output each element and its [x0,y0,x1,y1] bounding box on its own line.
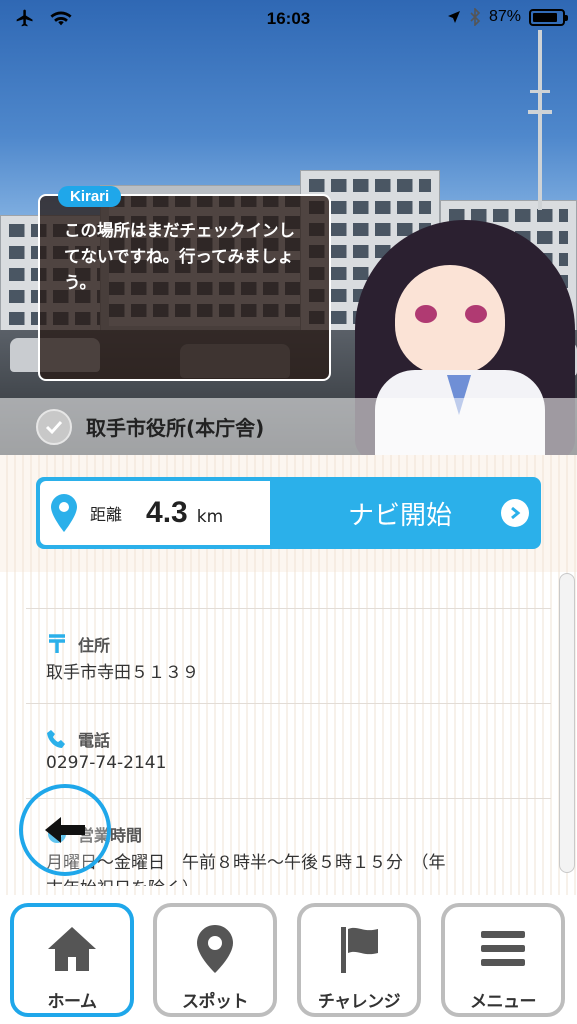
location-arrow-icon [447,11,460,23]
address-heading: 住所 [46,632,110,656]
hours-value-line1: 月曜日～金曜日 午前８時半～午後５時１５分 （年 [46,853,446,873]
spot-title-bar: 取手市役所(本庁舎) [0,398,577,455]
distance-display: 距離 4.3 km [40,481,270,545]
divider [26,798,551,799]
distance-unit: km [196,507,224,527]
antenna-tower [538,30,542,210]
map-pin-icon [51,494,77,532]
flag-icon [341,927,378,973]
distance-value: 4.3 [146,496,188,529]
tab-menu[interactable]: メニュー [441,903,565,1017]
tab-spot[interactable]: スポット [153,903,277,1017]
home-icon [48,927,96,971]
start-navigation-button[interactable]: 距離 4.3 km ナビ開始 [36,477,541,549]
divider [26,703,551,704]
speaker-name-tag: Kirari [58,186,122,207]
battery-icon [529,8,568,26]
distance-label: 距離 [90,505,123,524]
postal-mark-icon [49,634,65,653]
tab-challenge[interactable]: チャレンジ [297,903,421,1017]
bluetooth-icon [470,8,481,26]
phone-icon [47,730,65,748]
speech-text: この場所はまだチェックインし てないですね。行ってみましょ う。 [64,221,295,292]
map-pin-icon [197,925,233,973]
battery-percent: 87% [488,8,521,25]
chevron-right-icon [501,499,529,527]
navi-button-label: ナビ開始 [348,501,453,531]
scrollbar[interactable] [559,573,575,873]
spot-name: 取手市役所(本庁舎) [86,416,265,440]
checkin-status-icon [36,408,72,445]
status-bar: 16:03 87% [0,0,577,38]
divider [26,608,551,609]
bottom-tab-bar: ホーム スポット チャレンジ メニュー [0,895,577,1024]
tab-home[interactable]: ホーム [10,903,134,1017]
phone-heading: 電話 [46,727,110,751]
menu-icon [481,931,525,966]
character-speech-bubble: Kirari この場所はまだチェックインし てないですね。行ってみましょ う。 [38,186,331,381]
phone-value[interactable]: 0297-74-2141 [46,753,166,773]
arrow-left-icon [45,817,85,843]
address-value: 取手市寺田５１３９ [46,663,199,683]
back-button[interactable] [19,784,111,876]
